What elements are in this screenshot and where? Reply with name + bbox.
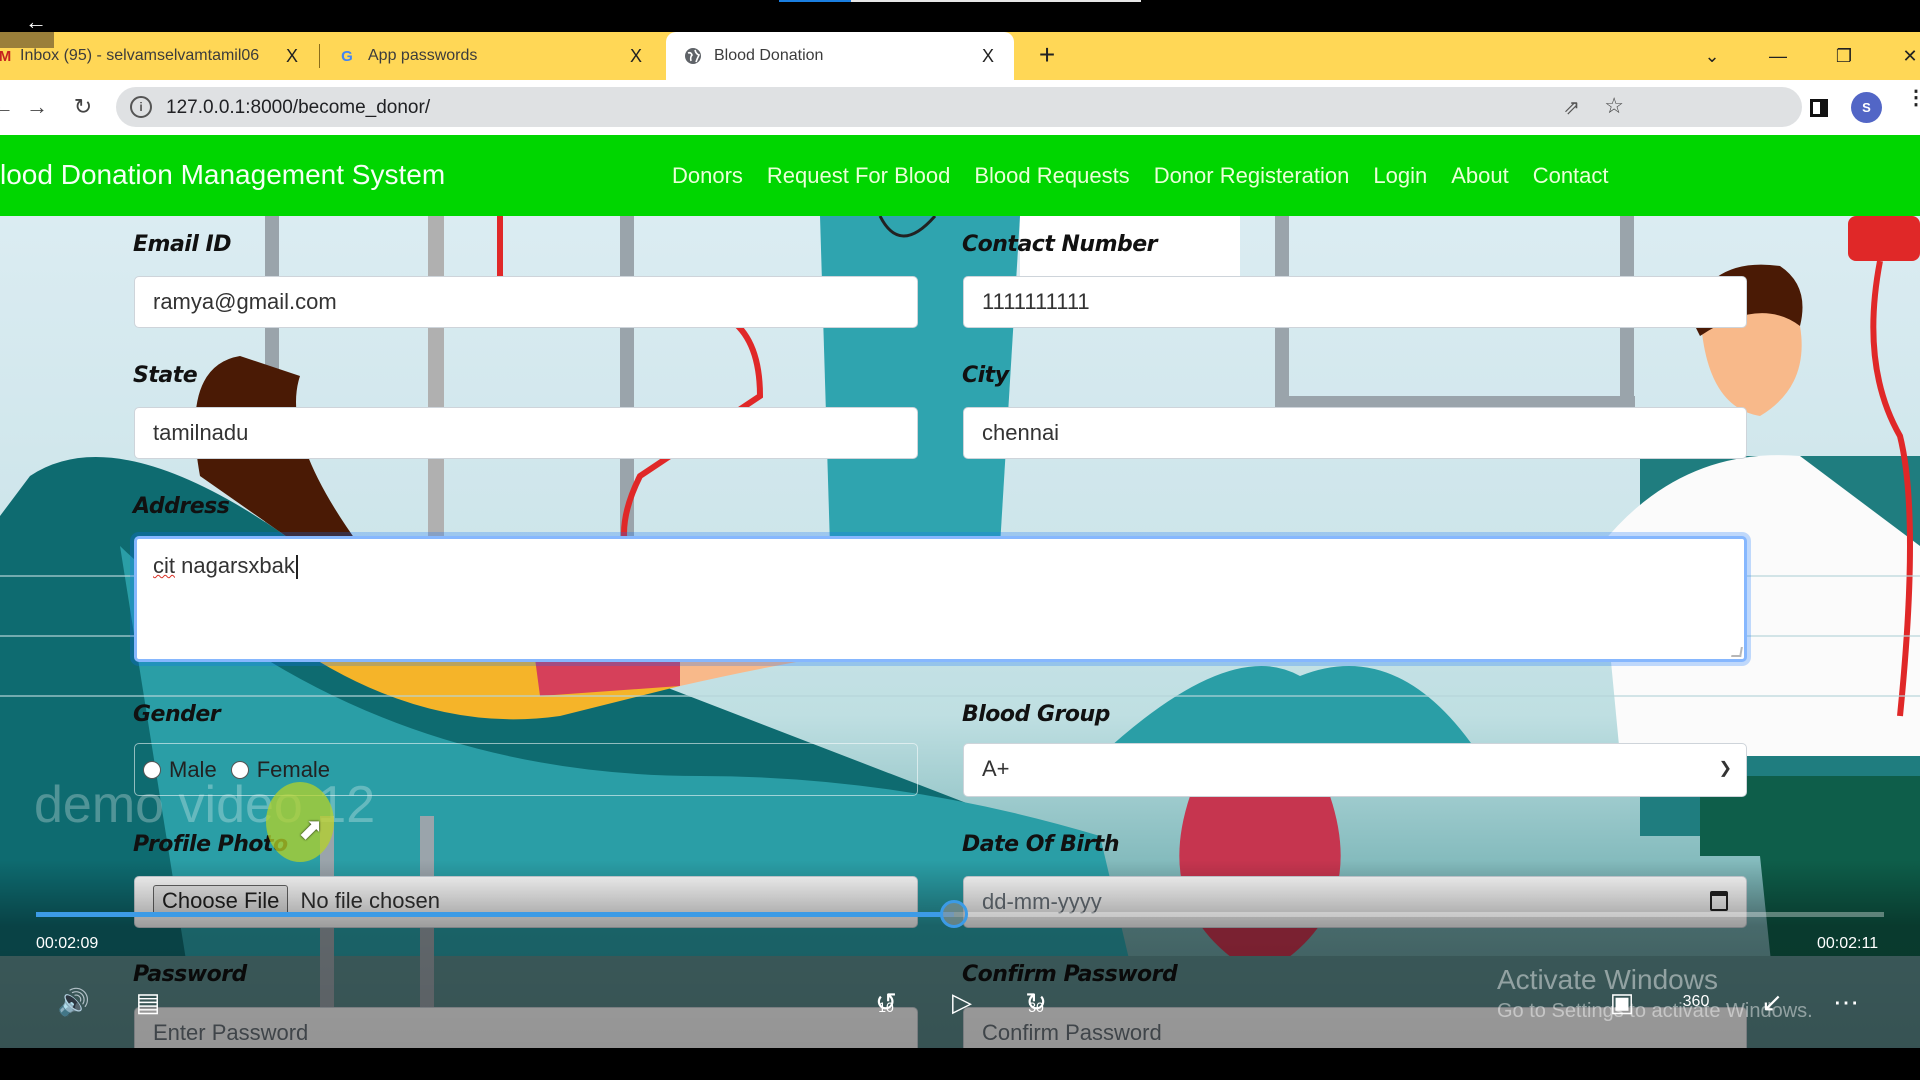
blood-group-value: A+ (982, 756, 1010, 781)
city-label: City (962, 363, 1009, 388)
address-text: nagarsxbak (175, 553, 295, 578)
address-misspelled-word: cit (153, 553, 175, 578)
close-icon[interactable]: X (978, 46, 998, 66)
view-360-button[interactable]: 360 (1674, 980, 1718, 1024)
city-field[interactable]: chennai (963, 407, 1747, 459)
tab-title: Blood Donation (714, 47, 824, 64)
forward-label: 30 (1028, 999, 1044, 1015)
tab-app-passwords[interactable]: G App passwords X (324, 32, 662, 80)
reload-icon[interactable]: ↻ (68, 92, 98, 122)
play-icon[interactable]: ▷ (940, 980, 984, 1024)
browser-toolbar: ← → ↻ i 127.0.0.1:8000/become_donor/ ⇗ ☆… (0, 80, 1920, 135)
contact-number-label: Contact Number (962, 232, 1158, 257)
browser-tab-strip: M Inbox (95) - selvamselvamtamil06 X G A… (0, 32, 1920, 80)
email-label: Email ID (133, 232, 232, 257)
browser-menu-icon[interactable]: ⋮ (1906, 88, 1920, 108)
profile-photo-label: Profile Photo (133, 832, 288, 857)
minimize-icon[interactable]: — (1758, 42, 1798, 70)
address-label: Address (133, 494, 230, 519)
rewind-label: 10 (878, 999, 894, 1015)
gender-label: Gender (133, 702, 221, 727)
tab-blood-donation[interactable]: Blood Donation X (666, 32, 1014, 80)
seek-bar-progress (36, 912, 954, 917)
nav-blood-requests[interactable]: Blood Requests (974, 163, 1129, 189)
address-textarea[interactable]: cit nagarsxbak (134, 536, 1747, 662)
email-field[interactable]: ramya@gmail.com (134, 276, 918, 328)
volume-icon[interactable]: 🔊 (52, 980, 96, 1024)
tab-title: App passwords (368, 47, 478, 64)
tab-search-chevron-icon[interactable]: ⌄ (1692, 42, 1732, 70)
address-bar[interactable]: i 127.0.0.1:8000/become_donor/ ⇗ ☆ (116, 87, 1802, 127)
nav-request-for-blood[interactable]: Request For Blood (767, 163, 950, 189)
nav-about[interactable]: About (1451, 163, 1509, 189)
profile-avatar[interactable]: S (1851, 92, 1882, 123)
google-icon: G (341, 47, 353, 65)
total-time: 00:02:11 (1817, 935, 1879, 952)
text-caret (295, 555, 298, 580)
new-tab-button[interactable]: + (1033, 41, 1061, 70)
rewind-10-button[interactable]: ↺ 10 (864, 980, 908, 1024)
close-icon[interactable]: X (282, 46, 302, 66)
site-brand[interactable]: lood Donation Management System (0, 159, 445, 191)
back-icon[interactable]: ← (0, 92, 18, 122)
chevron-down-icon: ❯ (1718, 760, 1732, 777)
globe-icon (684, 47, 702, 65)
window-close-icon[interactable]: ✕ (1890, 42, 1920, 70)
nav-donors[interactable]: Donors (672, 163, 743, 189)
video-top-bar: ← (0, 0, 1920, 34)
letterbox-bottom (0, 1048, 1920, 1080)
blood-group-select[interactable]: A+ ❯ (963, 743, 1747, 797)
side-panel-icon[interactable] (1810, 99, 1828, 117)
contact-number-field[interactable]: 1111111111 (963, 276, 1747, 328)
view-360-label: 360 (1682, 993, 1710, 1010)
resize-handle[interactable] (1731, 647, 1743, 657)
url-text[interactable]: 127.0.0.1:8000/become_donor/ (166, 97, 430, 119)
close-icon[interactable]: X (626, 46, 646, 66)
more-icon[interactable]: ⋯ (1824, 980, 1868, 1024)
share-icon[interactable]: ⇗ (1563, 95, 1580, 120)
mouse-cursor-icon: ⬈ (298, 813, 324, 846)
info-icon[interactable]: i (130, 96, 152, 118)
forward-icon[interactable]: → (22, 92, 52, 122)
captions-icon[interactable]: ▤ (126, 980, 170, 1024)
bookmark-star-icon[interactable]: ☆ (1604, 93, 1624, 119)
state-label: State (133, 363, 198, 388)
dob-label: Date Of Birth (962, 832, 1119, 857)
gmail-icon: M (0, 47, 12, 65)
site-nav-links: Donors Request For Blood Blood Requests … (672, 163, 1633, 189)
current-time: 00:02:09 (36, 935, 99, 952)
tab-overlay-artifact (0, 32, 54, 48)
blood-group-label: Blood Group (962, 702, 1110, 727)
tab-title: Inbox (95) - selvamselvamtamil06 (20, 47, 260, 64)
restore-icon[interactable]: ❐ (1824, 42, 1864, 70)
loading-fill (779, 0, 851, 2)
site-navbar: lood Donation Management System Donors R… (0, 135, 1920, 216)
screen: ← M Inbox (95) - selvamselvamtamil06 X G… (0, 0, 1920, 1080)
tab-separator (319, 44, 320, 68)
exit-fullscreen-icon[interactable]: ↙ (1750, 980, 1794, 1024)
miniplayer-icon[interactable]: ▣ (1600, 980, 1644, 1024)
nav-contact[interactable]: Contact (1533, 163, 1609, 189)
nav-donor-registration[interactable]: Donor Registeration (1154, 163, 1350, 189)
forward-30-button[interactable]: ↻ 30 (1014, 980, 1058, 1024)
state-field[interactable]: tamilnadu (134, 407, 918, 459)
nav-login[interactable]: Login (1373, 163, 1427, 189)
seek-thumb[interactable] (940, 900, 968, 928)
